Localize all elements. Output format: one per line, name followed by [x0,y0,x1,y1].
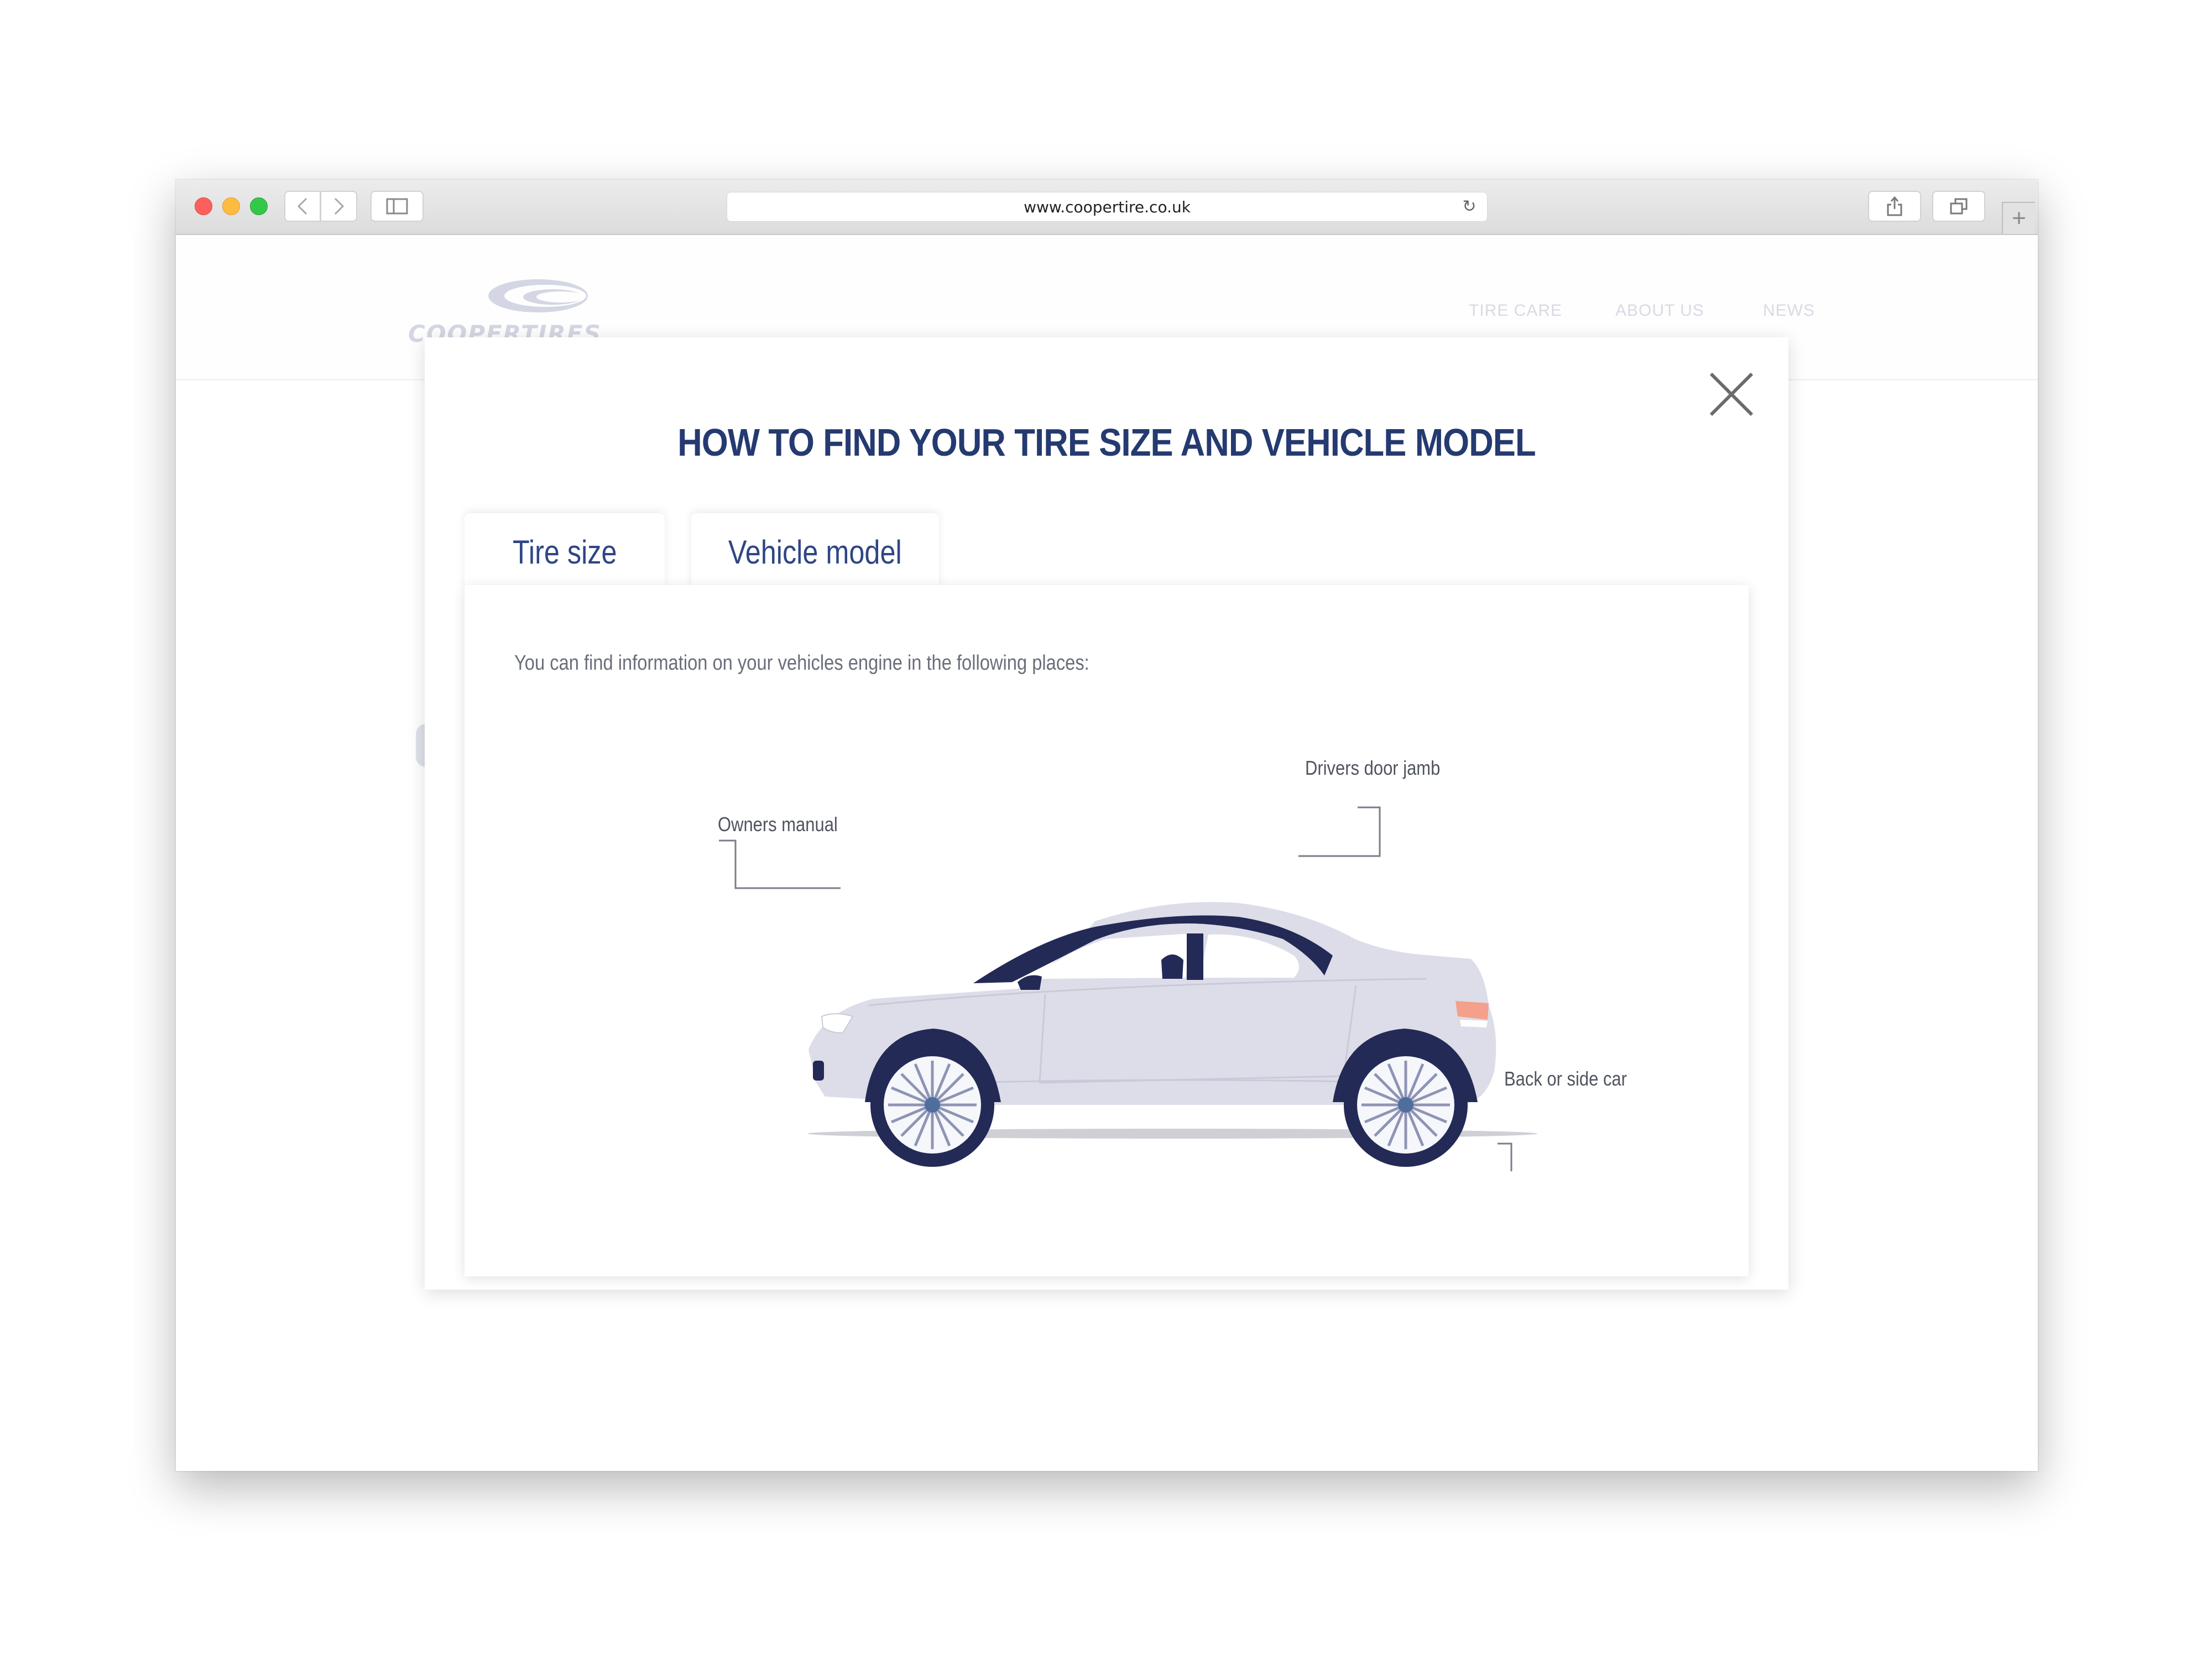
tab-tire-size[interactable]: Tire size [465,513,665,591]
car-front-grille [813,1061,824,1081]
reload-icon[interactable]: ↻ [1460,198,1478,216]
tab-vehicle-model[interactable]: Vehicle model [691,513,939,591]
callout-drivers-door-jamb: Drivers door jamb [1305,757,1441,779]
nav-about-us[interactable]: ABOUT US [1615,301,1704,320]
browser-window: www.coopertire.co.uk ↻ + COOPERTIRES TIR… [176,180,2038,1471]
cooper-tires-logo[interactable]: COOPERTIRES [408,275,668,347]
vehicle-model-panel: You can find information on your vehicle… [465,585,1749,1276]
share-icon [1887,196,1902,216]
callout-back-or-side-car: Back or side car [1504,1067,1627,1090]
callout-owners-manual: Owners manual [718,813,838,836]
owners-manual-leader [719,839,841,889]
modal-title: HOW TO FIND YOUR TIRE SIZE AND VEHICLE M… [677,421,1536,464]
door-jamb-leader [1298,806,1381,857]
car-tail-light-lower [1460,1020,1488,1027]
new-tab-button[interactable]: + [2002,202,2035,234]
chevron-right-icon [334,197,344,215]
sidebar-icon [386,198,408,215]
address-bar[interactable]: www.coopertire.co.uk ↻ [727,192,1488,222]
car-front-wheel [870,1043,994,1167]
tire-size-help-modal: HOW TO FIND YOUR TIRE SIZE AND VEHICLE M… [425,337,1788,1290]
sidebar-toggle-button[interactable] [371,191,424,222]
close-window-button[interactable] [195,197,212,215]
back-button[interactable] [284,191,321,222]
tabs-icon [1950,198,1968,215]
close-icon[interactable] [1708,371,1755,418]
minimize-window-button[interactable] [222,197,240,215]
address-bar-url: www.coopertire.co.uk [1024,197,1191,216]
plus-icon: + [2012,205,2026,232]
web-page: COOPERTIRES TIRE CARE ABOUT US NEWS HOW … [176,235,2038,1471]
nav-tire-care[interactable]: TIRE CARE [1469,301,1562,320]
car-illustration [719,806,1537,1171]
tabs-overview-button[interactable] [1932,191,1985,222]
maximize-window-button[interactable] [250,197,268,215]
intro-text: You can find information on your vehicle… [514,651,1089,675]
car-b-pillar [1187,933,1203,980]
car-rear-wheel [1344,1043,1468,1167]
tab-vehicle-model-label: Vehicle model [728,533,902,571]
share-button[interactable] [1868,191,1921,222]
chevron-left-icon [297,197,307,215]
cooper-logo-mark-icon [488,279,588,312]
forward-button[interactable] [321,191,357,222]
nav-news[interactable]: NEWS [1763,301,1815,320]
tab-tire-size-label: Tire size [512,533,617,571]
car-seat-headrest [1161,954,1183,979]
browser-toolbar: www.coopertire.co.uk ↻ + [176,180,2038,235]
